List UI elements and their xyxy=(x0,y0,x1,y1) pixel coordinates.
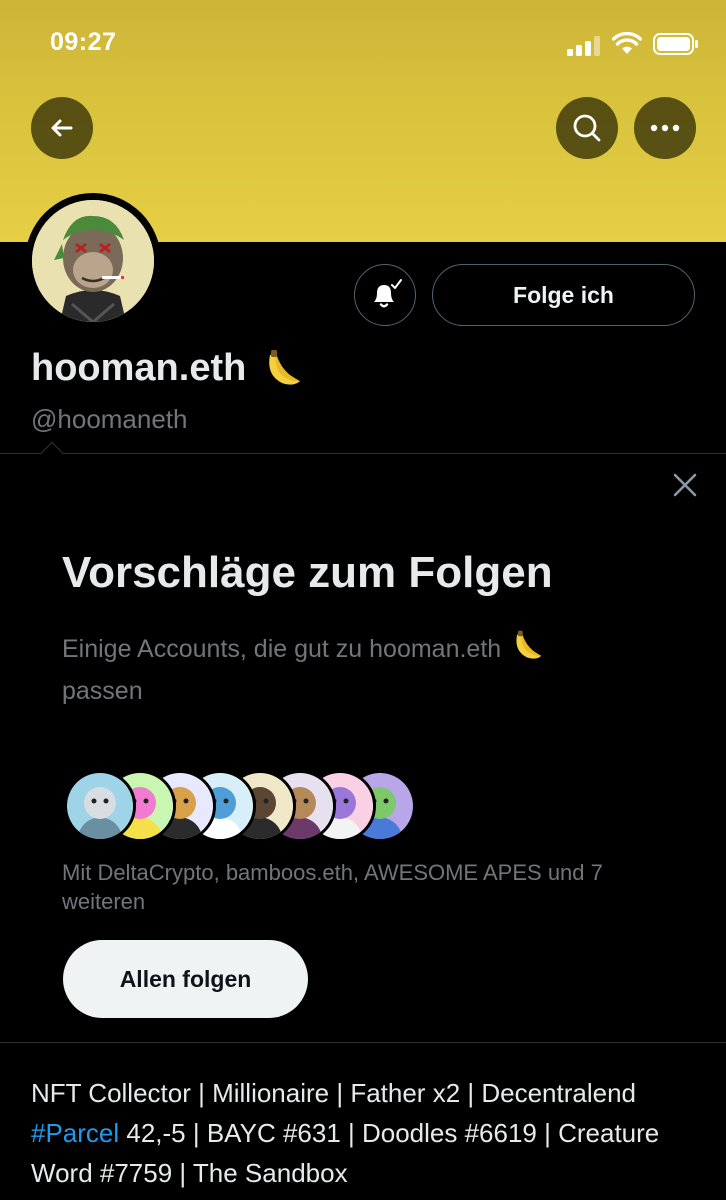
banana-icon xyxy=(269,349,301,385)
suggestions-title: Vorschläge zum Folgen xyxy=(62,548,553,597)
search-icon xyxy=(573,114,601,142)
suggested-accounts-text: Mit DeltaCrypto, bamboos.eth, AWESOME AP… xyxy=(62,860,603,914)
profile-name-row: hooman.eth xyxy=(31,347,302,390)
ape-avatar-icon xyxy=(32,200,154,322)
hashtag-link[interactable]: #Parcel xyxy=(31,1118,119,1148)
arrow-left-icon xyxy=(51,119,73,137)
suggestions-subtitle: Einige Accounts, die gut zu hooman.eth p… xyxy=(62,628,662,712)
close-icon[interactable] xyxy=(672,472,698,498)
bio-text: 42,-5 | BAYC #631 | Doodles #6619 | Crea… xyxy=(31,1118,660,1188)
follow-all-button[interactable]: Allen folgen xyxy=(63,940,308,1018)
callout-caret xyxy=(40,441,64,465)
display-name: hooman.eth xyxy=(31,347,247,389)
divider xyxy=(0,1042,726,1043)
bio-text: NFT Collector | Millionaire | Father x2 … xyxy=(31,1078,637,1108)
suggested-account-avatar[interactable] xyxy=(64,770,136,842)
more-options-button[interactable] xyxy=(634,97,696,159)
back-button[interactable] xyxy=(31,97,93,159)
suggestions-subtitle-line1: Einige Accounts, die gut zu hooman.eth xyxy=(62,635,502,663)
notifications-button[interactable] xyxy=(354,264,416,326)
profile-handle: @hoomaneth xyxy=(31,404,188,434)
banana-icon xyxy=(516,630,542,659)
suggestions-subtitle-line2: passen xyxy=(62,677,143,705)
more-dots-icon xyxy=(650,124,680,132)
search-button[interactable] xyxy=(556,97,618,159)
profile-avatar[interactable] xyxy=(25,193,161,329)
wifi-icon xyxy=(612,32,642,54)
bell-check-icon xyxy=(374,279,402,308)
divider xyxy=(0,453,726,454)
cellular-signal-icon xyxy=(567,36,600,56)
profile-bio: NFT Collector | Millionaire | Father x2 … xyxy=(31,1073,711,1193)
battery-icon xyxy=(653,33,698,55)
following-button[interactable]: Folge ich xyxy=(432,264,695,326)
status-bar: 09:27 xyxy=(0,0,726,90)
status-time: 09:27 xyxy=(50,28,117,56)
